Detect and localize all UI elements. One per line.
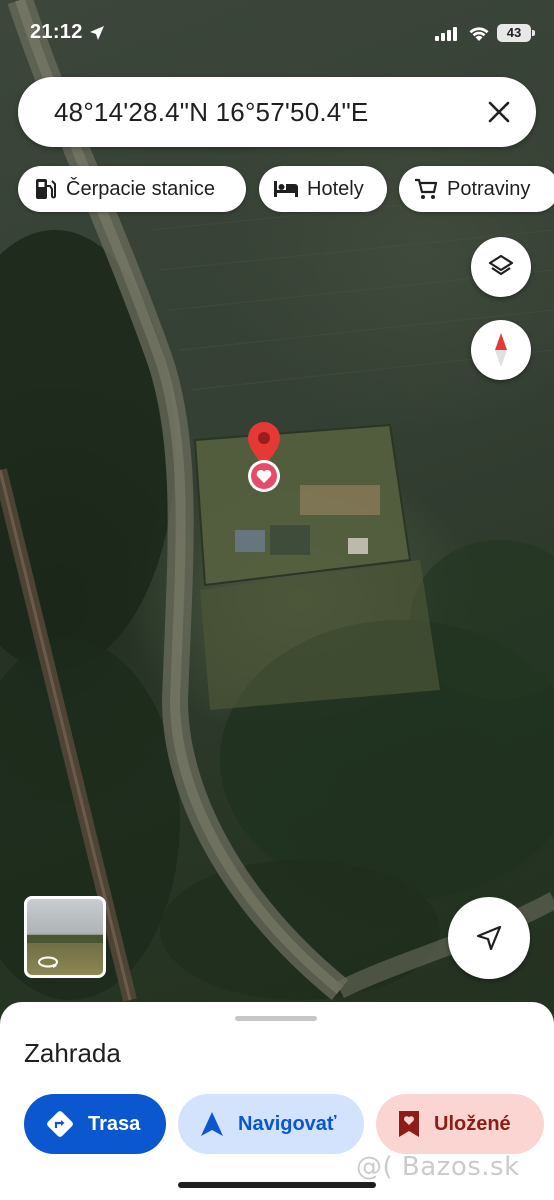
directions-icon bbox=[46, 1110, 74, 1138]
search-bar[interactable]: 48°14'28.4"N 16°57'50.4"E bbox=[18, 77, 536, 147]
layers-button[interactable] bbox=[471, 237, 531, 297]
battery-tip bbox=[532, 30, 535, 36]
chip-groceries[interactable]: Potraviny bbox=[399, 166, 554, 212]
chip-label: Potraviny bbox=[447, 177, 531, 200]
location-arrow-icon bbox=[90, 26, 104, 40]
route-button[interactable]: Trasa bbox=[24, 1094, 166, 1154]
chip-label: Hotely bbox=[307, 177, 364, 200]
gas-station-icon bbox=[32, 176, 58, 202]
sheet-drag-handle[interactable] bbox=[235, 1016, 317, 1021]
compass-icon bbox=[495, 333, 507, 367]
layers-icon bbox=[488, 254, 514, 276]
bazos-watermark: @( Bazos.sk bbox=[356, 1152, 520, 1182]
battery-indicator: 43 bbox=[497, 24, 531, 42]
map-pin-icon bbox=[248, 422, 280, 492]
category-chips: Čerpacie stanice Hotely Potraviny bbox=[0, 166, 554, 214]
status-bar: 21:12 43 bbox=[0, 0, 554, 60]
status-time: 21:12 bbox=[30, 21, 83, 43]
chip-gas-stations[interactable]: Čerpacie stanice bbox=[18, 166, 246, 212]
wifi-icon bbox=[469, 27, 489, 41]
rotate-360-icon bbox=[38, 956, 58, 968]
navigation-icon bbox=[200, 1111, 224, 1137]
saved-heart-bookmark-icon bbox=[398, 1110, 420, 1138]
chip-label: Čerpacie stanice bbox=[66, 177, 215, 200]
chip-hotels[interactable]: Hotely bbox=[259, 166, 387, 212]
cart-icon bbox=[413, 176, 439, 202]
compass-button[interactable] bbox=[471, 320, 531, 380]
bed-icon bbox=[273, 176, 299, 202]
street-view-thumbnail[interactable] bbox=[24, 896, 106, 978]
search-query[interactable]: 48°14'28.4"N 16°57'50.4"E bbox=[54, 97, 368, 128]
place-title: Zahrada bbox=[24, 1038, 121, 1068]
navigate-label: Navigovať bbox=[238, 1112, 337, 1135]
navigation-arrow-icon bbox=[476, 925, 502, 951]
close-icon[interactable] bbox=[484, 97, 514, 127]
route-label: Trasa bbox=[88, 1112, 141, 1135]
street-view-trees bbox=[27, 935, 103, 943]
navigate-button[interactable]: Navigovať bbox=[178, 1094, 364, 1154]
home-indicator[interactable] bbox=[178, 1182, 376, 1188]
location-pin[interactable] bbox=[243, 422, 285, 499]
cellular-signal-icon bbox=[435, 27, 457, 41]
saved-label: Uložené bbox=[434, 1112, 511, 1135]
place-bottom-sheet[interactable]: Zahrada Trasa Navigovať Uložené @( Bazos… bbox=[0, 1002, 554, 1200]
my-location-button[interactable] bbox=[448, 897, 530, 979]
saved-button[interactable]: Uložené bbox=[376, 1094, 544, 1154]
